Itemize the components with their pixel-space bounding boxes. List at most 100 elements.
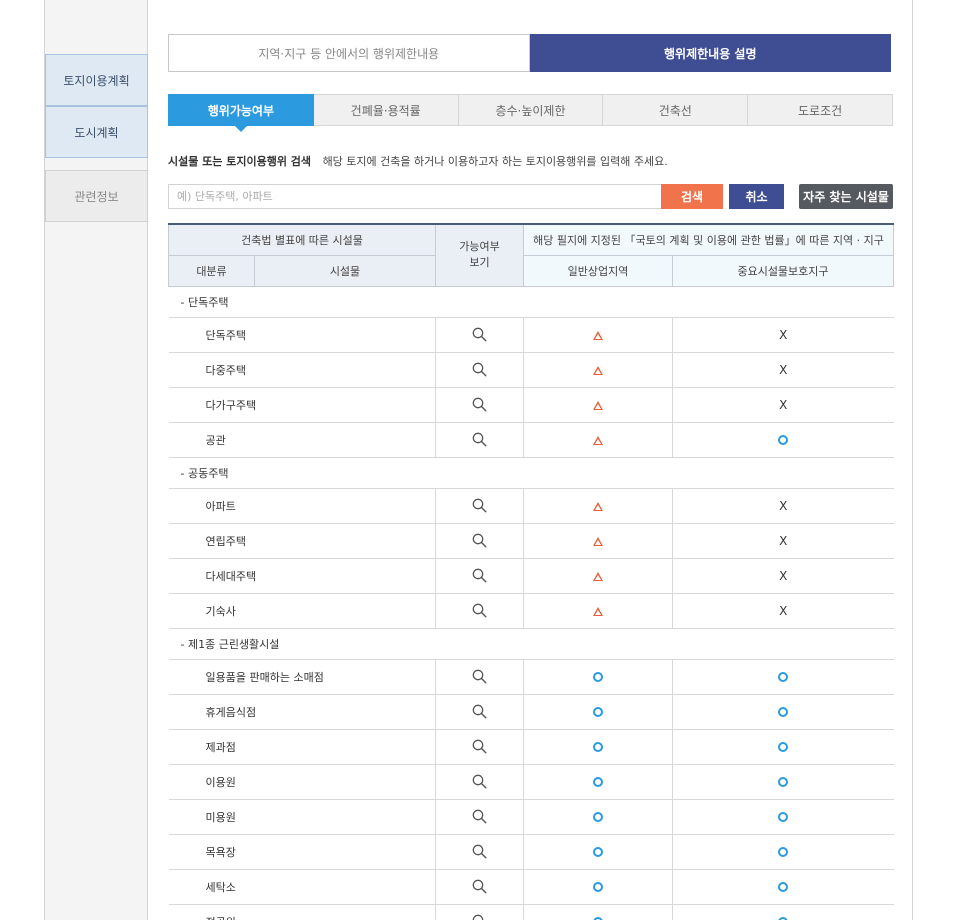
search-input[interactable]: [168, 184, 662, 209]
x-mark: X: [779, 603, 788, 618]
table-row: 다가구주택 X: [168, 387, 894, 423]
frequent-facilities-button[interactable]: 자주 찾는 시설물: [799, 184, 893, 209]
zone-commercial-cell: [523, 558, 673, 594]
table-row: 세탁소: [168, 869, 894, 905]
cancel-button-label: 취소: [745, 190, 768, 204]
x-mark: X: [779, 568, 788, 583]
tab-height-limit[interactable]: 층수·높이제한: [458, 94, 604, 126]
view-cell[interactable]: [435, 659, 524, 695]
view-cell[interactable]: [435, 352, 524, 388]
magnifier-icon[interactable]: [472, 879, 487, 894]
magnifier-icon[interactable]: [472, 603, 487, 618]
sidebar-item-related-info[interactable]: 관련정보: [45, 170, 148, 222]
zone-protection-cell: [672, 694, 894, 730]
table-row: 일용품을 판매하는 소매점: [168, 659, 894, 695]
x-mark: X: [779, 327, 788, 342]
cancel-button[interactable]: 취소: [729, 184, 784, 209]
tab-label: 층수·높이제한: [495, 103, 566, 118]
zone-protection-cell: X: [672, 593, 894, 629]
view-cell[interactable]: [435, 317, 524, 353]
facility-name: 목욕장: [168, 834, 436, 870]
triangle-icon: [593, 606, 603, 616]
zone-commercial-cell: [523, 387, 673, 423]
zone-commercial-cell: [523, 869, 673, 905]
tab-road-conditions[interactable]: 도로조건: [748, 94, 893, 126]
magnifier-icon[interactable]: [472, 774, 487, 789]
group-label: - 공동주택: [168, 457, 894, 489]
magnifier-icon[interactable]: [472, 669, 487, 684]
tab-permissibility[interactable]: 행위가능여부: [168, 94, 314, 132]
table-row: 제과점: [168, 729, 894, 765]
circle-icon: [778, 882, 789, 892]
view-cell[interactable]: [435, 488, 524, 524]
view-cell[interactable]: [435, 558, 524, 594]
table-group-row: - 공동주택: [168, 457, 894, 489]
tab-restriction-explanation[interactable]: 행위제한내용 설명: [529, 34, 891, 72]
view-cell[interactable]: [435, 523, 524, 559]
search-button-label: 검색: [680, 190, 704, 204]
sidebar-item-land-use-plan[interactable]: 토지이용계획: [45, 54, 148, 106]
view-cell[interactable]: [435, 387, 524, 423]
zone-protection-cell: X: [672, 558, 894, 594]
tab-coverage-ratio[interactable]: 건폐율·용적률: [313, 94, 459, 126]
triangle-icon: [593, 330, 603, 340]
x-mark: X: [779, 362, 788, 377]
magnifier-icon[interactable]: [472, 809, 487, 824]
header-zone-commercial: 일반상업지역: [523, 254, 673, 287]
view-cell[interactable]: [435, 422, 524, 458]
table-row: 이용원: [168, 764, 894, 800]
magnifier-icon[interactable]: [472, 739, 487, 754]
tab-zone-restrictions[interactable]: 지역·지구 등 안에서의 행위제한내용: [168, 34, 530, 72]
magnifier-icon[interactable]: [472, 397, 487, 412]
magnifier-icon[interactable]: [472, 362, 487, 377]
magnifier-icon[interactable]: [472, 432, 487, 447]
facility-name: 아파트: [168, 488, 436, 524]
facility-name: 정골원: [168, 904, 436, 920]
view-cell[interactable]: [435, 729, 524, 765]
zone-commercial-cell: [523, 317, 673, 353]
view-cell[interactable]: [435, 593, 524, 629]
view-cell[interactable]: [435, 869, 524, 905]
search-button[interactable]: 검색: [661, 184, 723, 209]
circle-icon: [593, 812, 603, 822]
tab-label: 행위제한내용 설명: [664, 46, 757, 61]
table-row: 미용원: [168, 799, 894, 835]
circle-icon: [778, 847, 789, 857]
table-group-row: - 단독주택: [168, 286, 894, 318]
zone-commercial-cell: [523, 523, 673, 559]
magnifier-icon[interactable]: [472, 533, 487, 548]
table-row: 다중주택 X: [168, 352, 894, 388]
group-label: - 제1종 근린생활시설: [168, 628, 894, 660]
header-zone-protection: 중요시설물보호지구: [671, 254, 895, 287]
magnifier-icon[interactable]: [472, 914, 487, 920]
table-row: 다세대주택 X: [168, 558, 894, 594]
magnifier-icon[interactable]: [472, 568, 487, 583]
table-row: 정골원: [168, 904, 894, 920]
facility-name: 기숙사: [168, 593, 436, 629]
top-tab-bar: 지역·지구 등 안에서의 행위제한내용 행위제한내용 설명: [168, 34, 891, 72]
magnifier-icon[interactable]: [472, 704, 487, 719]
frame-right-border: [912, 0, 913, 920]
table-group-row: - 제1종 근린생활시설: [168, 628, 894, 660]
sidebar-item-urban-plan[interactable]: 도시계획: [45, 106, 148, 158]
frequent-button-label: 자주 찾는 시설물: [803, 190, 889, 204]
view-cell[interactable]: [435, 904, 524, 920]
zone-commercial-cell: [523, 764, 673, 800]
triangle-icon: [593, 365, 603, 375]
zone-protection-cell: X: [672, 523, 894, 559]
tab-building-line[interactable]: 건축선: [603, 94, 749, 126]
circle-icon: [593, 777, 603, 787]
view-cell[interactable]: [435, 799, 524, 835]
magnifier-icon[interactable]: [472, 498, 487, 513]
zone-commercial-cell: [523, 352, 673, 388]
search-description: 시설물 또는 토지이용행위 검색 해당 토지에 건축을 하거나 이용하고자 하는…: [168, 153, 668, 169]
circle-icon: [593, 707, 603, 717]
view-cell[interactable]: [435, 694, 524, 730]
sub-tab-bar: 행위가능여부 건폐율·용적률 층수·높이제한 건축선 도로조건: [168, 94, 893, 132]
magnifier-icon[interactable]: [472, 327, 487, 342]
magnifier-icon[interactable]: [472, 844, 487, 859]
circle-icon: [593, 882, 603, 892]
view-cell[interactable]: [435, 764, 524, 800]
view-cell[interactable]: [435, 834, 524, 870]
zone-commercial-cell: [523, 488, 673, 524]
